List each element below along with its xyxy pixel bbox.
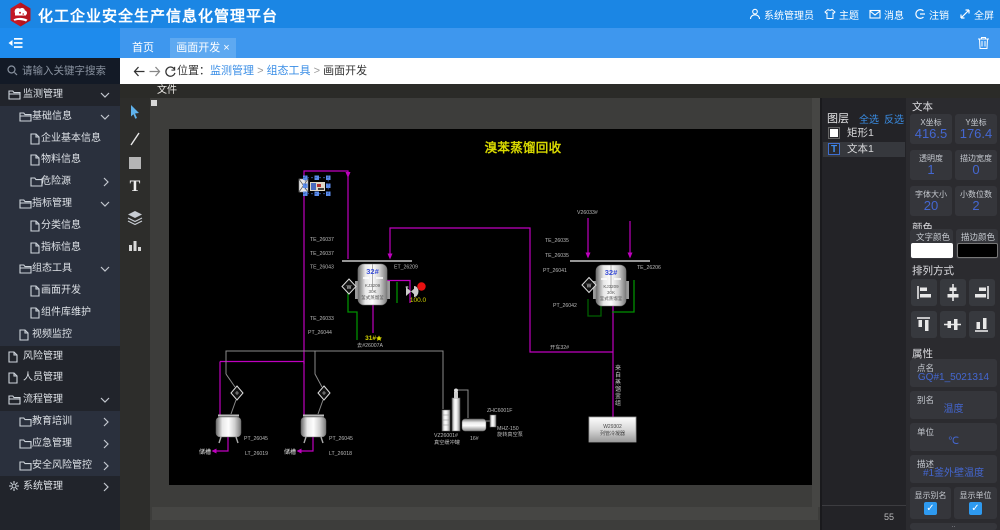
svg-text:馏: 馏 xyxy=(615,385,621,393)
svg-text:30K: 30K xyxy=(368,289,376,294)
svg-text:蒸: 蒸 xyxy=(615,378,621,386)
svg-text:VZ26001#: VZ26001# xyxy=(434,433,458,439)
svg-text:W: W xyxy=(347,285,352,291)
svg-text:来: 来 xyxy=(615,365,621,372)
svg-text:LT_26018: LT_26018 xyxy=(329,451,352,457)
svg-text:真空缓冲罐: 真空缓冲罐 xyxy=(434,438,460,446)
svg-text:去#26007A: 去#26007A xyxy=(357,341,383,349)
svg-text:W29302: W29302 xyxy=(603,424,622,430)
svg-text:31#: 31# xyxy=(365,335,376,342)
svg-text:列管冷凝器: 列管冷凝器 xyxy=(600,430,625,437)
svg-text:TE_26035: TE_26035 xyxy=(545,238,569,244)
svg-text:V26033#: V26033# xyxy=(577,210,598,216)
svg-text:TE_26043: TE_26043 xyxy=(310,265,334,271)
svg-text:30K: 30K xyxy=(607,290,615,295)
svg-text:TE_26206: TE_26206 xyxy=(637,265,661,271)
svg-text:开车32#: 开车32# xyxy=(550,343,569,351)
svg-text:LT_26019: LT_26019 xyxy=(245,451,268,457)
svg-text:KJ3209: KJ3209 xyxy=(603,284,619,289)
svg-text:PT_26041: PT_26041 xyxy=(543,268,567,274)
svg-text:32#: 32# xyxy=(605,268,618,277)
svg-text:100.0: 100.0 xyxy=(410,297,427,304)
svg-text:釜: 釜 xyxy=(615,392,621,400)
svg-text:ET_26209: ET_26209 xyxy=(394,265,418,271)
svg-text:自: 自 xyxy=(615,371,621,379)
svg-text:ZHC6001F: ZHC6001F xyxy=(487,408,512,414)
svg-text:PT_26045: PT_26045 xyxy=(244,436,268,442)
svg-text:溴苯蒸馏回收: 溴苯蒸馏回收 xyxy=(484,140,562,155)
svg-text:旋转真空泵: 旋转真空泵 xyxy=(497,430,523,438)
svg-text:组: 组 xyxy=(615,399,621,407)
svg-text:釜式蒸馏釜: 釜式蒸馏釜 xyxy=(361,294,384,301)
svg-text:储槽: 储槽 xyxy=(284,448,296,456)
svg-text:储槽: 储槽 xyxy=(199,448,211,456)
svg-text:16#: 16# xyxy=(470,436,479,442)
svg-text:W: W xyxy=(587,284,592,290)
svg-text:PT_26044: PT_26044 xyxy=(308,330,332,336)
svg-text:PT_26042: PT_26042 xyxy=(553,303,577,309)
svg-text:KJ3209: KJ3209 xyxy=(365,283,381,288)
svg-text:32#: 32# xyxy=(366,267,379,276)
svg-text:TE_26037: TE_26037 xyxy=(310,251,334,257)
svg-text:TE_26037: TE_26037 xyxy=(310,237,334,243)
svg-text:TE_26033: TE_26033 xyxy=(310,316,334,322)
svg-text:釜式蒸馏釜: 釜式蒸馏釜 xyxy=(600,295,623,302)
svg-text:PT_26045: PT_26045 xyxy=(329,436,353,442)
svg-text:TE_26035: TE_26035 xyxy=(545,253,569,259)
